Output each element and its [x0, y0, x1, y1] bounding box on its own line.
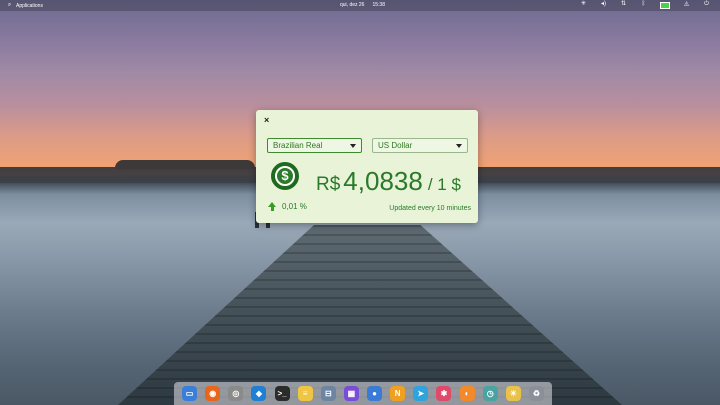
trash-icon[interactable]: ♻	[528, 386, 544, 401]
bluetooth-icon[interactable]: ᛒ	[640, 1, 647, 8]
app-n-icon[interactable]: N	[390, 386, 406, 401]
network-icon[interactable]: ⇅	[620, 1, 627, 8]
date-time[interactable]: qui, dez 26 15:38	[340, 2, 385, 8]
volume-icon[interactable]: ◂)	[600, 1, 607, 8]
close-icon[interactable]: ×	[264, 115, 269, 125]
update-interval-label: Updated every 10 minutes	[389, 205, 471, 212]
system-tray: ✳ ◂) ⇅ ᛒ ◬ ⏻	[580, 1, 710, 9]
calendar-icon[interactable]: ▦	[343, 386, 359, 401]
brightness-icon[interactable]: ✳	[580, 1, 587, 8]
dock: ▭ ◉ ◎ ◆ >_ ≡ ⊟ ▦ ● N ➤ ✱ ◐ ◷ ☀ ♻	[174, 382, 552, 405]
notes-icon[interactable]: ≡	[297, 386, 313, 401]
camera-icon[interactable]: ◎	[228, 386, 244, 401]
time-label: 15:38	[372, 2, 385, 8]
slack-icon[interactable]: ✱	[436, 386, 452, 401]
rate-change: 0,01 %	[268, 202, 307, 211]
switchboard-icon[interactable]: ⊟	[320, 386, 336, 401]
to-currency-value: US Dollar	[378, 141, 413, 150]
web-browser-icon[interactable]: ●	[367, 386, 383, 401]
chevron-down-icon	[350, 144, 356, 148]
firefox-icon[interactable]: ◉	[205, 386, 221, 401]
rate-change-value: 0,01 %	[282, 202, 307, 211]
pidgin-icon[interactable]: ◐	[459, 386, 475, 401]
rate-per-unit: / 1 $	[427, 175, 461, 194]
chevron-down-icon	[456, 144, 462, 148]
search-icon: ⌕	[7, 2, 12, 8]
applications-label: Applications	[16, 2, 43, 9]
from-currency-select[interactable]: Brazilian Real	[267, 138, 362, 153]
dollar-coin-icon: $	[271, 162, 299, 190]
date-label: qui, dez 26	[340, 2, 365, 8]
rate-value: 4,0838	[343, 166, 423, 196]
weather-icon[interactable]: ☀	[505, 386, 521, 401]
currency-converter-widget: × Brazilian Real US Dollar $ R$ 4,0838 /…	[256, 110, 478, 223]
pier-planks	[118, 225, 622, 405]
top-panel: ⌕ Applications qui, dez 26 15:38 ✳ ◂) ⇅ …	[0, 0, 720, 11]
to-currency-select[interactable]: US Dollar	[372, 138, 468, 153]
telegram-icon[interactable]: ➤	[413, 386, 429, 401]
battery-icon[interactable]	[660, 2, 670, 9]
from-currency-value: Brazilian Real	[273, 141, 323, 150]
vscode-icon[interactable]: ◆	[251, 386, 267, 401]
arrow-up-icon	[268, 202, 276, 211]
rate-currency-symbol: R$	[316, 174, 341, 195]
applications-menu[interactable]: ⌕ Applications	[6, 2, 43, 9]
notifications-icon[interactable]: ◬	[683, 1, 690, 8]
exchange-rate: R$ 4,0838 / 1 $	[316, 166, 461, 197]
terminal-icon[interactable]: >_	[274, 386, 290, 401]
clock-icon[interactable]: ◷	[482, 386, 498, 401]
power-icon[interactable]: ⏻	[703, 1, 710, 8]
files-app-icon[interactable]: ▭	[182, 386, 198, 401]
dollar-sign-glyph: $	[275, 166, 295, 186]
